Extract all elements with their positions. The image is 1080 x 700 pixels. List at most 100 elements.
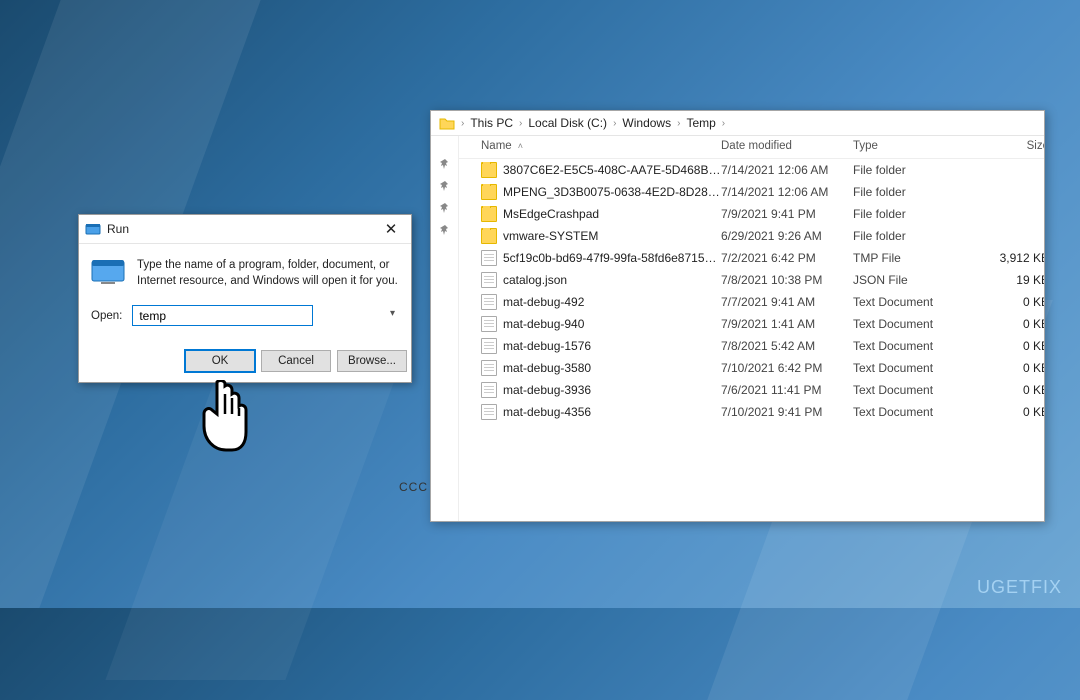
run-open-input[interactable] bbox=[132, 305, 313, 326]
table-row[interactable]: mat-debug-3580 7/10/2021 6:42 PMText Docu… bbox=[459, 357, 1044, 379]
table-row[interactable]: 3807C6E2-E5C5-408C-AA7E-5D468BEA33…7/14/… bbox=[459, 159, 1044, 181]
file-date: 7/8/2021 10:38 PM bbox=[721, 273, 853, 287]
ok-button[interactable]: OK bbox=[185, 350, 255, 372]
file-name: MsEdgeCrashpad bbox=[503, 207, 599, 221]
file-date: 7/9/2021 9:41 PM bbox=[721, 207, 853, 221]
run-open-label: Open: bbox=[91, 310, 122, 322]
quick-access-rail bbox=[431, 136, 459, 521]
table-row[interactable]: catalog.json 7/8/2021 10:38 PMJSON File19… bbox=[459, 269, 1044, 291]
file-icon bbox=[481, 316, 497, 332]
file-date: 7/8/2021 5:42 AM bbox=[721, 339, 853, 353]
file-size: 0 KB bbox=[973, 383, 1044, 397]
file-name: catalog.json bbox=[503, 273, 567, 287]
close-icon[interactable]: ✕ bbox=[377, 219, 405, 239]
cancel-button[interactable]: Cancel bbox=[261, 350, 331, 372]
table-row[interactable]: vmware-SYSTEM6/29/2021 9:26 AMFile folde… bbox=[459, 225, 1044, 247]
run-title: Run bbox=[107, 222, 377, 236]
sort-ascending-icon: ˄ bbox=[518, 141, 523, 151]
file-name: mat-debug-1576 bbox=[503, 339, 591, 353]
column-name[interactable]: Name˄ bbox=[481, 140, 721, 152]
pin-icon[interactable] bbox=[439, 224, 451, 236]
file-type: File folder bbox=[853, 207, 973, 221]
file-type: TMP File bbox=[853, 251, 973, 265]
file-date: 7/10/2021 6:42 PM bbox=[721, 361, 853, 375]
file-icon bbox=[481, 272, 497, 288]
file-size: 3,912 KB bbox=[973, 251, 1044, 265]
file-size: 0 KB bbox=[973, 405, 1044, 419]
run-titlebar[interactable]: Run ✕ bbox=[79, 215, 411, 244]
breadcrumb[interactable]: This PC bbox=[470, 116, 513, 130]
folder-icon bbox=[439, 115, 455, 131]
chevron-right-icon: › bbox=[722, 118, 725, 129]
file-type: File folder bbox=[853, 185, 973, 199]
browse-button[interactable]: Browse... bbox=[337, 350, 407, 372]
file-type: File folder bbox=[853, 229, 973, 243]
file-date: 7/2/2021 6:42 PM bbox=[721, 251, 853, 265]
file-size: 19 KB bbox=[973, 273, 1044, 287]
column-size[interactable]: Size bbox=[973, 140, 1044, 152]
file-type: Text Document bbox=[853, 295, 973, 309]
run-message: Type the name of a program, folder, docu… bbox=[137, 258, 399, 289]
pin-icon[interactable] bbox=[439, 158, 451, 170]
run-dialog: Run ✕ Type the name of a program, folder… bbox=[78, 214, 412, 383]
breadcrumb[interactable]: Windows bbox=[622, 116, 671, 130]
chevron-right-icon: › bbox=[461, 118, 464, 129]
file-type: Text Document bbox=[853, 339, 973, 353]
file-type: Text Document bbox=[853, 383, 973, 397]
file-date: 7/9/2021 1:41 AM bbox=[721, 317, 853, 331]
file-name: mat-debug-3936 bbox=[503, 383, 591, 397]
file-date: 7/7/2021 9:41 AM bbox=[721, 295, 853, 309]
file-type: Text Document bbox=[853, 361, 973, 375]
table-row[interactable]: mat-debug-940 7/9/2021 1:41 AMText Docume… bbox=[459, 313, 1044, 335]
file-size: 0 KB bbox=[973, 361, 1044, 375]
breadcrumb[interactable]: Local Disk (C:) bbox=[528, 116, 607, 130]
table-row[interactable]: mat-debug-492 7/7/2021 9:41 AMText Docume… bbox=[459, 291, 1044, 313]
file-name: mat-debug-4356 bbox=[503, 405, 591, 419]
table-row[interactable]: mat-debug-1576 7/8/2021 5:42 AMText Docum… bbox=[459, 335, 1044, 357]
file-icon bbox=[481, 250, 497, 266]
file-type: JSON File bbox=[853, 273, 973, 287]
file-type: Text Document bbox=[853, 317, 973, 331]
file-size: 0 KB bbox=[973, 339, 1044, 353]
file-name: 5cf19c0b-bd69-47f9-99fa-58fd6e871503.t… bbox=[503, 251, 721, 265]
pin-icon[interactable] bbox=[439, 202, 451, 214]
file-icon bbox=[481, 338, 497, 354]
file-size: 0 KB bbox=[973, 317, 1044, 331]
file-date: 6/29/2021 9:26 AM bbox=[721, 229, 853, 243]
table-row[interactable]: 5cf19c0b-bd69-47f9-99fa-58fd6e871503.t…7… bbox=[459, 247, 1044, 269]
file-date: 7/14/2021 12:06 AM bbox=[721, 185, 853, 199]
run-app-icon bbox=[85, 221, 101, 237]
file-icon bbox=[481, 382, 497, 398]
breadcrumb[interactable]: Temp bbox=[686, 116, 715, 130]
file-name: mat-debug-940 bbox=[503, 317, 584, 331]
table-row[interactable]: mat-debug-3936 7/6/2021 11:41 PMText Docu… bbox=[459, 379, 1044, 401]
chevron-down-icon[interactable]: ▾ bbox=[390, 308, 395, 319]
file-icon bbox=[481, 360, 497, 376]
file-listing: Name˄ Date modified Type Size 3807C6E2-E… bbox=[459, 136, 1044, 521]
run-program-icon bbox=[91, 258, 125, 286]
table-row[interactable]: MPENG_3D3B0075-0638-4E2D-8D28-2DE…7/14/2… bbox=[459, 181, 1044, 203]
chevron-right-icon: › bbox=[613, 118, 616, 129]
cursor-hand-icon bbox=[192, 380, 252, 458]
file-date: 7/10/2021 9:41 PM bbox=[721, 405, 853, 419]
explorer-window: › This PC › Local Disk (C:) › Windows › … bbox=[430, 110, 1045, 522]
pin-icon[interactable] bbox=[439, 180, 451, 192]
file-name: mat-debug-492 bbox=[503, 295, 584, 309]
table-row[interactable]: MsEdgeCrashpad 7/9/2021 9:41 PMFile folde… bbox=[459, 203, 1044, 225]
table-row[interactable]: mat-debug-43567/10/2021 9:41 PMText Docu… bbox=[459, 401, 1044, 423]
column-headers[interactable]: Name˄ Date modified Type Size bbox=[459, 136, 1044, 159]
folder-icon bbox=[481, 162, 497, 178]
chevron-right-icon: › bbox=[677, 118, 680, 129]
chevron-right-icon: › bbox=[519, 118, 522, 129]
file-icon bbox=[481, 404, 497, 420]
folder-icon bbox=[481, 206, 497, 222]
file-date: 7/6/2021 11:41 PM bbox=[721, 383, 853, 397]
column-date[interactable]: Date modified bbox=[721, 140, 853, 152]
folder-icon bbox=[481, 228, 497, 244]
file-name: mat-debug-3580 bbox=[503, 361, 591, 375]
column-type[interactable]: Type bbox=[853, 140, 973, 152]
address-bar[interactable]: › This PC › Local Disk (C:) › Windows › … bbox=[431, 111, 1044, 136]
file-size: 0 KB bbox=[973, 295, 1044, 309]
folder-icon bbox=[481, 184, 497, 200]
file-date: 7/14/2021 12:06 AM bbox=[721, 163, 853, 177]
